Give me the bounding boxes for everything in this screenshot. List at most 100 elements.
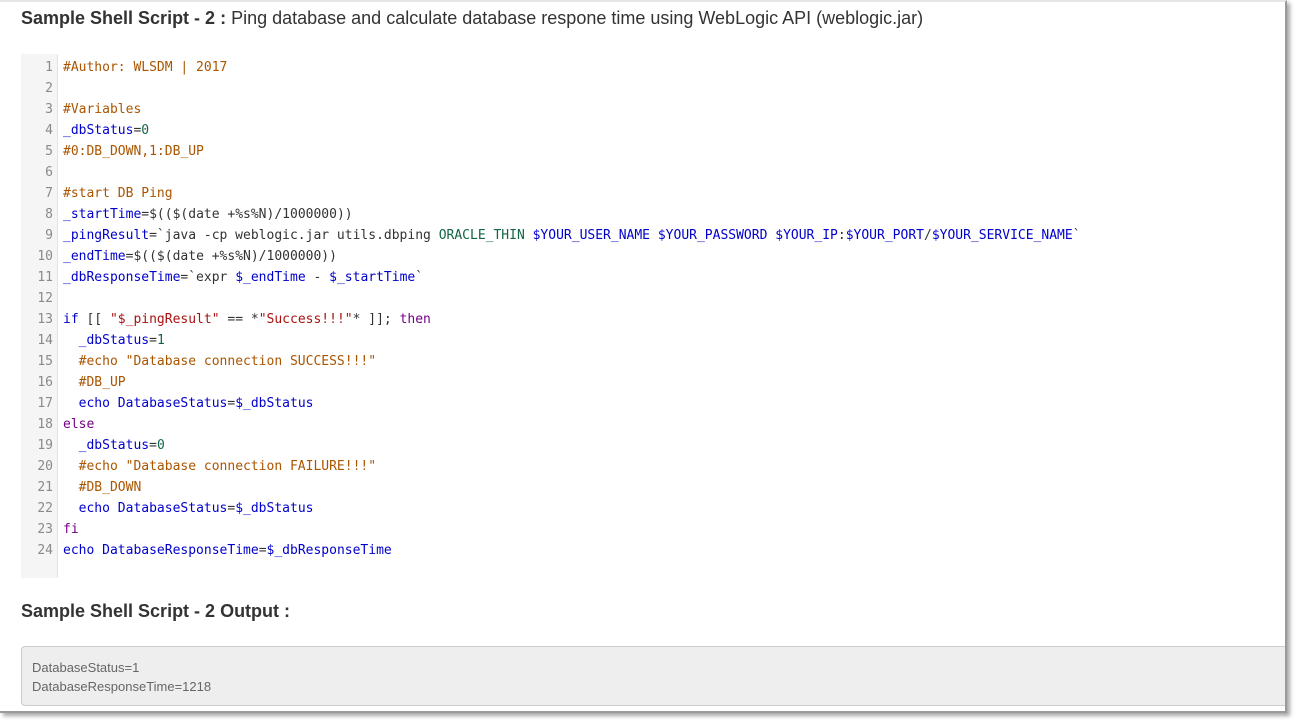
code-token: = xyxy=(149,333,157,348)
line-number: 21 xyxy=(37,480,53,495)
output-block[interactable]: DatabaseStatus=1 DatabaseResponseTime=12… xyxy=(21,646,1285,706)
script-heading: Sample Shell Script - 2 : Ping database … xyxy=(21,6,923,30)
code-text: _endTime=$(($(date +%s%N)/1000000)) xyxy=(63,246,337,267)
code-token: _dbStatus xyxy=(63,123,134,138)
code-token: "$_pingResult" xyxy=(109,312,220,327)
code-token: ORACLE_THIN xyxy=(438,228,525,243)
code-text: #start DB Ping xyxy=(63,183,173,204)
line-number: 13 xyxy=(37,312,53,327)
code-token: =`java -cp weblogic.jar utils.dbping xyxy=(149,228,439,243)
code-token: ` xyxy=(1072,228,1081,243)
code-token: DatabaseStatus xyxy=(117,501,228,516)
code-line: 14 _dbStatus=1 xyxy=(21,330,1285,351)
code-token: $YOUR_SERVICE_NAME xyxy=(931,228,1073,243)
code-line: 19 _dbStatus=0 xyxy=(21,435,1285,456)
code-line: 3 #Variables xyxy=(21,99,1285,120)
code-token: = xyxy=(258,543,267,558)
code-token: - xyxy=(305,270,330,285)
line-number: 3 xyxy=(45,102,53,117)
line-number: 16 xyxy=(37,375,53,390)
code-token: / xyxy=(923,228,932,243)
code-token: _endTime xyxy=(63,249,126,264)
code-token: == * xyxy=(219,312,259,327)
code-text: echo DatabaseResponseTime=$_dbResponseTi… xyxy=(63,540,392,561)
code-token: $_dbStatus xyxy=(235,501,314,516)
code-line: 2 xyxy=(21,78,1285,99)
code-token: $_dbStatus xyxy=(235,396,314,411)
code-token: "Success!!!" xyxy=(258,312,353,327)
code-token: #DB_DOWN xyxy=(78,480,142,495)
line-number: 22 xyxy=(37,501,53,516)
code-token: = xyxy=(149,438,157,453)
script-heading-bold: Sample Shell Script - 2 : xyxy=(21,8,227,28)
code-token: $_startTime xyxy=(329,270,416,285)
code-text: #echo "Database connection SUCCESS!!!" xyxy=(63,351,376,372)
line-number: 24 xyxy=(37,543,53,558)
code-token: #0:DB_DOWN,1:DB_UP xyxy=(63,144,204,159)
code-text: echo DatabaseStatus=$_dbStatus xyxy=(63,393,314,414)
line-number: 12 xyxy=(37,291,53,306)
line-number: 19 xyxy=(37,438,53,453)
code-token: then xyxy=(399,312,431,327)
code-text: #Variables xyxy=(63,99,141,120)
line-number: 9 xyxy=(45,228,53,243)
code-line: 20 #echo "Database connection FAILURE!!!… xyxy=(21,456,1285,477)
code-token: DatabaseStatus xyxy=(117,396,228,411)
code-token: =`expr xyxy=(180,270,236,285)
code-token: #Author: WLSDM | 2017 xyxy=(63,60,228,75)
line-number: 5 xyxy=(45,144,53,159)
line-number: 4 xyxy=(45,123,53,138)
code-token: #echo "Database connection FAILURE!!!" xyxy=(78,459,377,474)
code-token: $YOUR_IP xyxy=(775,228,838,243)
code-text: echo DatabaseStatus=$_dbStatus xyxy=(63,498,314,519)
code-token: fi xyxy=(63,522,79,537)
line-number: 1 xyxy=(45,60,53,75)
code-token: echo xyxy=(78,396,110,411)
code-token: $YOUR_PORT xyxy=(845,228,924,243)
code-text: #DB_DOWN xyxy=(63,477,142,498)
line-number: 14 xyxy=(37,333,53,348)
code-text: _pingResult=`java -cp weblogic.jar utils… xyxy=(63,225,1081,246)
code-line: 6 xyxy=(21,162,1285,183)
code-block[interactable]: 1 #Author: WLSDM | 2017 2 3 #Variables 4 _dbSt… xyxy=(21,54,1285,578)
line-number: 10 xyxy=(37,249,53,264)
line-number: 2 xyxy=(45,81,53,96)
page-frame: Sample Shell Script - 2 : Ping database … xyxy=(0,0,1287,713)
code-token: echo xyxy=(78,501,110,516)
line-number: 17 xyxy=(37,396,53,411)
code-line: 9 _pingResult=`java -cp weblogic.jar util… xyxy=(21,225,1285,246)
code-token: * ]]; xyxy=(352,312,400,327)
code-token: _dbStatus xyxy=(78,438,150,453)
line-number: 6 xyxy=(45,165,53,180)
script-heading-description: Ping database and calculate database res… xyxy=(226,8,924,28)
code-text: _startTime=$(($(date +%s%N)/1000000)) xyxy=(63,204,353,225)
code-text: else xyxy=(63,414,94,435)
code-token: [[ xyxy=(78,312,110,327)
code-text: #echo "Database connection FAILURE!!!" xyxy=(63,456,376,477)
output-heading: Sample Shell Script - 2 Output : xyxy=(21,599,290,623)
code-token: $_endTime xyxy=(235,270,306,285)
code-text: _dbStatus=1 xyxy=(63,330,165,351)
code-text: #Author: WLSDM | 2017 xyxy=(63,57,227,78)
code-text: #0:DB_DOWN,1:DB_UP xyxy=(63,141,204,162)
code-text: _dbStatus=0 xyxy=(63,435,165,456)
code-token: _pingResult xyxy=(63,228,150,243)
code-line: 1 #Author: WLSDM | 2017 xyxy=(21,57,1285,78)
output-line-response-time: DatabaseResponseTime=1218 xyxy=(32,679,212,694)
code-token: _dbResponseTime xyxy=(63,270,181,285)
code-token: #start DB Ping xyxy=(63,186,173,201)
line-number: 20 xyxy=(37,459,53,474)
line-number: 7 xyxy=(45,186,53,201)
code-line: 5 #0:DB_DOWN,1:DB_UP xyxy=(21,141,1285,162)
code-token: =$(($(date +%s%N)/1000000)) xyxy=(125,249,337,264)
